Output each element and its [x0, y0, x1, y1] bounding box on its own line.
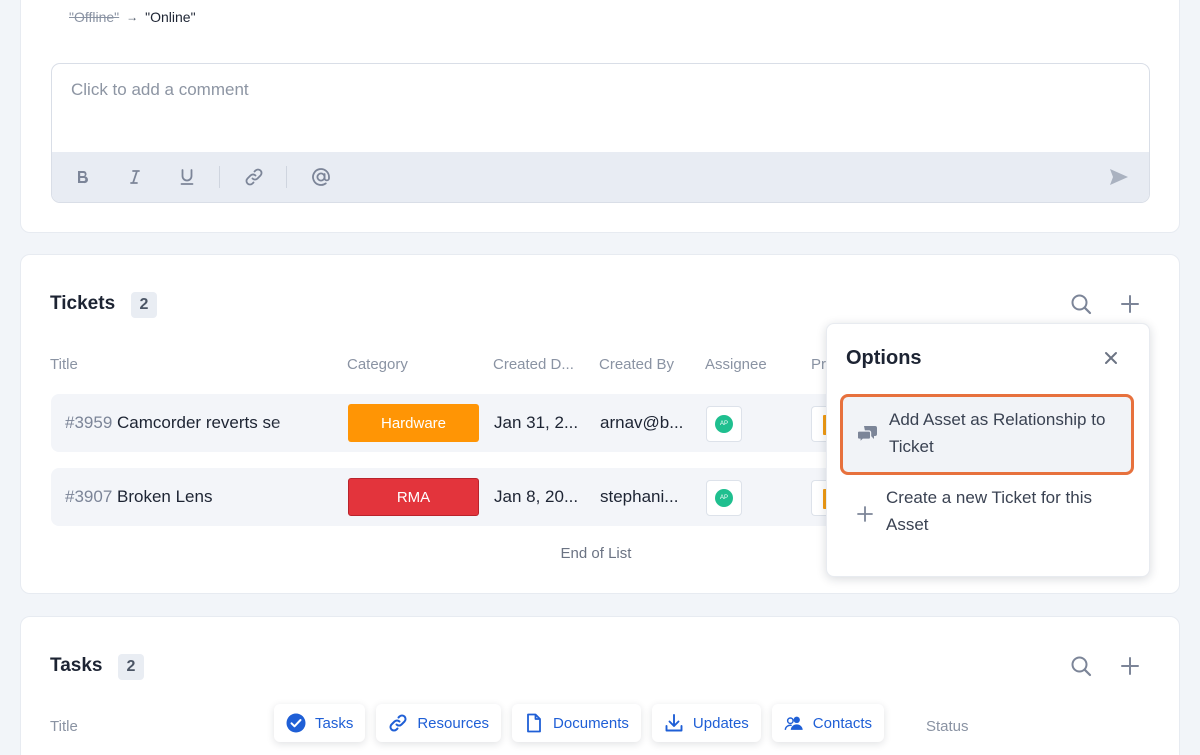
col-assignee[interactable]: Assignee: [705, 356, 767, 373]
comment-toolbar: [52, 152, 1149, 202]
created-date: Jan 31, 2...: [494, 413, 579, 432]
options-popover: Options Add Asset as Relationship to Tic…: [826, 323, 1150, 577]
col-created-date[interactable]: Created D...: [493, 356, 574, 373]
old-value: "Offline": [69, 9, 120, 25]
col-title[interactable]: Title: [50, 356, 78, 373]
italic-icon[interactable]: [117, 159, 153, 195]
add-icon[interactable]: [1117, 653, 1143, 679]
documents-label: Documents: [553, 714, 629, 732]
tasks-button[interactable]: Tasks: [274, 704, 366, 742]
col-created-by[interactable]: Created By: [599, 356, 674, 373]
ticket-id: #3959: [65, 413, 113, 432]
create-ticket-option[interactable]: Create a new Ticket for this Asset: [840, 484, 1134, 544]
contacts-icon: [784, 713, 804, 733]
check-circle-icon: [286, 713, 306, 733]
search-icon[interactable]: [1068, 653, 1094, 679]
assignee-avatar[interactable]: AP: [706, 406, 742, 442]
created-by: stephani...: [600, 487, 679, 506]
comment-placeholder[interactable]: Click to add a comment: [71, 80, 249, 100]
assignee-avatar[interactable]: AP: [706, 480, 742, 516]
document-icon: [524, 713, 544, 733]
col-title[interactable]: Title: [50, 718, 78, 735]
add-asset-relationship-option[interactable]: Add Asset as Relationship to Ticket: [840, 394, 1134, 475]
option-label: Add Asset as Relationship to Ticket: [889, 410, 1106, 456]
col-priority[interactable]: Pr: [811, 356, 826, 373]
comment-editor[interactable]: Click to add a comment: [51, 63, 1150, 203]
tasks-count-badge: 2: [118, 654, 144, 680]
tasks-title: Tasks: [50, 655, 103, 676]
avatar: AP: [715, 415, 733, 433]
created-date: Jan 8, 20...: [494, 487, 579, 506]
resources-button[interactable]: Resources: [376, 704, 502, 742]
toolbar-divider: [219, 166, 220, 188]
category-badge: Hardware: [348, 404, 479, 442]
activity-card: "Offline" → "Online" Click to add a comm…: [20, 0, 1180, 233]
documents-button[interactable]: Documents: [512, 704, 641, 742]
tickets-title: Tickets: [50, 293, 116, 314]
ticket-id-title[interactable]: #3907 Broken Lens: [65, 487, 212, 507]
category-badge: RMA: [348, 478, 479, 516]
chat-bubbles-icon: [857, 423, 879, 445]
at-icon[interactable]: [303, 159, 339, 195]
col-category[interactable]: Category: [347, 356, 408, 373]
new-value: "Online": [145, 9, 196, 25]
plus-icon: [854, 503, 876, 525]
link-icon: [388, 713, 408, 733]
ticket-title: Broken Lens: [117, 487, 213, 506]
ticket-id-title[interactable]: #3959 Camcorder reverts se: [65, 413, 280, 433]
table-row[interactable]: #3959 Camcorder reverts se Hardware Jan …: [51, 394, 841, 452]
table-row[interactable]: #3907 Broken Lens RMA Jan 8, 20... steph…: [51, 468, 841, 526]
send-icon[interactable]: [1105, 163, 1133, 191]
tasks-label: Tasks: [315, 714, 354, 732]
updates-label: Updates: [692, 714, 749, 732]
quick-nav-bar: Tasks Resources Documents Updates Contac…: [274, 704, 884, 742]
updates-button[interactable]: Updates: [651, 704, 761, 742]
ticket-id: #3907: [65, 487, 113, 506]
created-by: arnav@b...: [600, 413, 684, 432]
tickets-count-badge: 2: [131, 292, 157, 318]
search-icon[interactable]: [1068, 291, 1094, 317]
contacts-button[interactable]: Contacts: [771, 704, 884, 742]
field-change: "Offline" → "Online": [69, 9, 196, 25]
bold-icon[interactable]: [65, 159, 101, 195]
link-icon[interactable]: [236, 159, 272, 195]
toolbar-divider: [286, 166, 287, 188]
close-icon[interactable]: [1101, 348, 1121, 368]
ticket-title: Camcorder reverts se: [117, 413, 281, 432]
title-fade: [271, 406, 351, 440]
arrow-icon: →: [126, 10, 139, 24]
contacts-label: Contacts: [812, 714, 872, 732]
resources-label: Resources: [417, 714, 490, 732]
underline-icon[interactable]: [169, 159, 205, 195]
download-icon: [664, 713, 684, 733]
options-title: Options: [846, 347, 922, 369]
col-status[interactable]: Status: [926, 718, 969, 735]
avatar: AP: [715, 489, 733, 507]
option-label: Create a new Ticket for this Asset: [886, 488, 1092, 534]
add-icon[interactable]: [1117, 291, 1143, 317]
